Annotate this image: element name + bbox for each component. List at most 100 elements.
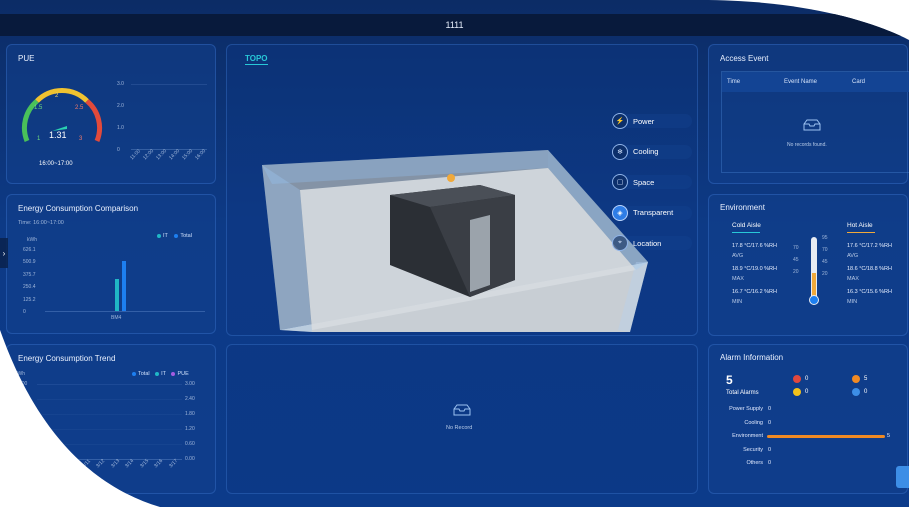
pue-x-tick: 13:00 [155, 148, 169, 162]
environment-panel: Environment Cold Aisle Hot Aisle 17.8 °C… [708, 194, 908, 336]
access-event-title: Access Event [720, 54, 769, 63]
alarm-category-label: Power Supply [729, 406, 763, 412]
legend-pue: PUE [177, 371, 189, 377]
alarm-title: Alarm Information [720, 353, 784, 362]
energy-trend-x-tick: 3/9 [51, 460, 61, 470]
alarm-total: 5 [726, 373, 733, 387]
energy-comparison-y-tick: 375.7 [23, 271, 36, 278]
env-value: 17.6 °C/17.2 %RH [847, 243, 892, 249]
energy-trend-y-left-tick: 100 [19, 409, 28, 415]
menu-transparent[interactable]: ◈ Transparent [612, 204, 692, 222]
pue-x-tick: 12:00 [142, 148, 156, 162]
thermo-left-tick: 70 [793, 245, 799, 251]
alarm-category-label: Cooling [744, 419, 763, 426]
energy-trend-y-right-tick: 1.20 [185, 426, 195, 432]
env-value: 16.7 °C/16.2 %RH [732, 289, 777, 295]
access-event-header: Time Event Name Card [722, 72, 909, 92]
gauge-label-2: 2 [55, 93, 59, 99]
space-icon: ▢ [612, 174, 628, 190]
corner-action-button[interactable] [896, 466, 909, 488]
energy-comparison-y-axis: 626.1 500.9 375.7 250.4 125.2 0 [23, 247, 43, 317]
energy-comparison-y-tick: 500.9 [23, 259, 36, 266]
pue-panel: PUE 1 1.5 2 2.5 3 1.31 16:00~17:00 3.0 2… [6, 44, 216, 184]
legend-it-dot [155, 372, 159, 376]
env-label: AVG [732, 253, 744, 259]
thermo-left-tick: 45 [793, 257, 799, 263]
energy-comparison-unit: kWh [27, 237, 37, 243]
env-label: MIN [847, 299, 858, 305]
alarm-level-icon [793, 375, 801, 383]
pue-grid [131, 84, 207, 150]
env-value: 18.9 °C/19.0 %RH [732, 266, 777, 272]
transparent-icon: ◈ [612, 205, 628, 221]
legend-total-dot [132, 372, 136, 376]
energy-trend-unit: kWh [15, 371, 25, 377]
pue-x-tick: 14:00 [168, 148, 182, 162]
pue-x-tick: 15:00 [181, 148, 195, 162]
hot-aisle-title: Hot Aisle [847, 222, 873, 229]
alarm-category-bar [767, 435, 885, 438]
pue-value: 1.31 [49, 130, 67, 140]
energy-trend-x-tick: 3/11 [80, 458, 92, 470]
menu-space[interactable]: ▢ Space [612, 173, 692, 191]
energy-comparison-y-tick: 125.2 [23, 296, 36, 303]
screen-frame: 1111 PUE 1 1.5 2 2.5 3 1.31 16:00~17:00 … [0, 0, 909, 507]
energy-comparison-time: Time: 16:00~17:00 [18, 220, 64, 226]
gauge-label-2-5: 2.5 [75, 105, 84, 111]
cold-underline [732, 232, 760, 233]
alarm-category-count: 0 [768, 446, 772, 453]
thermo-right-tick: 95 [822, 235, 828, 241]
energy-trend-y-right-tick: 0.00 [185, 456, 195, 462]
legend-it: IT [161, 371, 166, 377]
alarm-level-count: 5 [864, 376, 868, 382]
location-icon: ⌖ [612, 235, 628, 251]
pue-title: PUE [18, 54, 35, 63]
legend-it: IT [163, 233, 168, 239]
energy-trend-y-right-tick: 2.40 [185, 396, 195, 402]
alarm-total-label: Total Alarms [726, 390, 759, 396]
page-title: 1111 [445, 20, 464, 30]
energy-trend-panel: Energy Consumption Trend kWh Total IT PU… [6, 344, 216, 494]
env-value: 16.3 °C/15.6 %RH [847, 289, 892, 295]
access-event-table: Time Event Name Card No records found. [721, 71, 909, 173]
cold-aisle-title: Cold Aisle [732, 222, 761, 229]
bar-it [115, 279, 119, 311]
alarm-level-count: 0 [805, 376, 809, 382]
menu-cooling[interactable]: ❄ Cooling [612, 143, 692, 161]
alarm-level-count: 0 [805, 389, 809, 395]
energy-trend-y-right-tick: 3.00 [185, 381, 195, 387]
menu-location[interactable]: ⌖ Location [612, 234, 692, 252]
pue-x-ticks: 11:00 12:00 13:00 14:00 15:00 16:00 [129, 153, 209, 169]
env-label: MAX [732, 276, 744, 282]
gauge-label-3: 3 [79, 136, 83, 142]
energy-trend-x-ticks: 3/8 3/9 3/10 3/11 3/12 3/13 3/14 3/15 3/16 3/17 [37, 463, 187, 483]
cooling-icon: ❄ [612, 144, 628, 160]
legend-pue-dot [171, 372, 175, 376]
topo-tab[interactable]: TOPO [245, 54, 268, 65]
energy-comparison-y-tick: 0 [23, 309, 26, 315]
left-collapse-handle[interactable]: › [0, 238, 8, 268]
thermo-right-scale: 95 70 45 20 [822, 235, 836, 287]
energy-comparison-y-tick: 250.4 [23, 284, 36, 291]
topo-bottom-panel: No Record [226, 344, 698, 494]
energy-comparison-y-tick: 626.1 [23, 247, 36, 253]
hot-underline [847, 232, 875, 233]
alarm-panel: Alarm Information 5 Total Alarms 0 5 0 0 Po… [708, 344, 908, 494]
env-label: MIN [732, 299, 743, 305]
thermo-right-tick: 20 [822, 271, 828, 277]
thermo-left-tick: 20 [793, 269, 799, 275]
thermo-right-tick: 45 [822, 259, 828, 265]
energy-trend-y-left-tick: 200 [19, 395, 28, 401]
thermo-right-tick: 70 [822, 247, 828, 253]
energy-trend-title: Energy Consumption Trend [18, 354, 116, 363]
energy-trend-legend: Total IT PUE [132, 371, 189, 377]
env-label: AVG [847, 253, 859, 259]
legend-it-dot [157, 234, 161, 238]
menu-power[interactable]: ⚡ Power [612, 112, 692, 130]
bar-total [122, 261, 126, 311]
alarm-level-icon [852, 375, 860, 383]
access-event-empty: No records found. [787, 142, 827, 148]
energy-trend-x-tick: 3/10 [66, 458, 78, 470]
thermometer-bulb [809, 295, 819, 305]
alarm-category-label: Others [746, 460, 763, 466]
